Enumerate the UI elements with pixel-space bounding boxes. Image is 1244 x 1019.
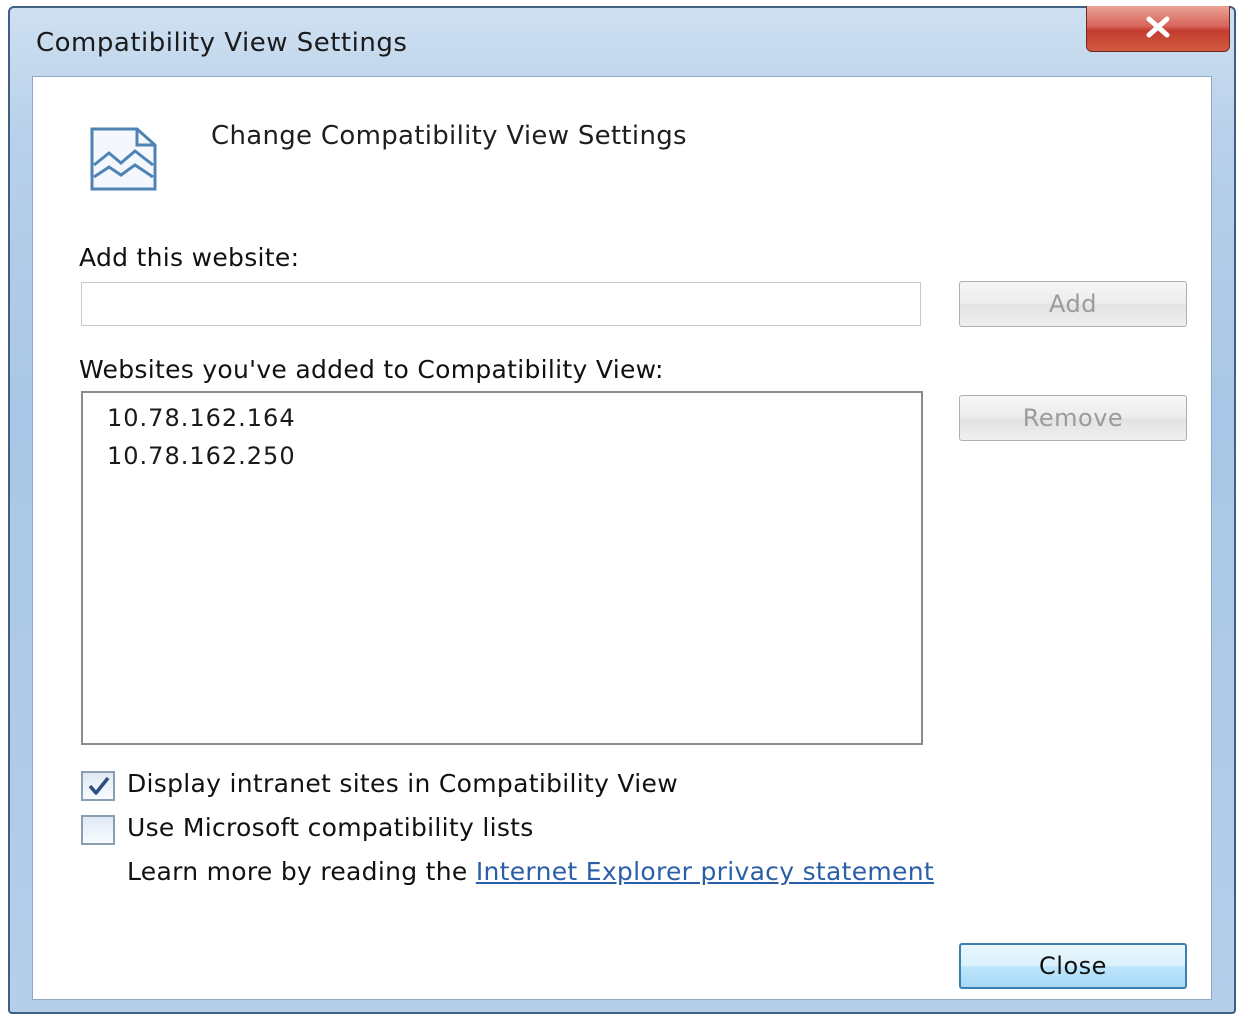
- ms-lists-checkbox[interactable]: [81, 815, 115, 845]
- intranet-checkbox[interactable]: [81, 771, 115, 801]
- add-website-input[interactable]: [81, 282, 921, 326]
- intranet-checkbox-label: Display intranet sites in Compatibility …: [127, 769, 678, 798]
- dialog-body: Change Compatibility View Settings Add t…: [32, 76, 1212, 1000]
- title-bar[interactable]: Compatibility View Settings: [10, 6, 1234, 76]
- add-website-label: Add this website:: [79, 243, 300, 272]
- window-close-button[interactable]: [1086, 6, 1230, 52]
- add-button[interactable]: Add: [959, 281, 1187, 327]
- remove-button[interactable]: Remove: [959, 395, 1187, 441]
- list-item[interactable]: 10.78.162.250: [83, 437, 921, 475]
- close-button[interactable]: Close: [959, 943, 1187, 989]
- header-title: Change Compatibility View Settings: [211, 121, 687, 151]
- window-title: Compatibility View Settings: [36, 28, 408, 58]
- ms-lists-checkbox-label: Use Microsoft compatibility lists: [127, 813, 534, 842]
- compatibility-view-dialog: Compatibility View Settings Change Compa…: [8, 6, 1236, 1014]
- learn-more-text: Learn more by reading the Internet Explo…: [127, 857, 934, 886]
- privacy-statement-link[interactable]: Internet Explorer privacy statement: [476, 857, 934, 886]
- compatibility-view-icon: [89, 127, 165, 195]
- websites-list-label: Websites you've added to Compatibility V…: [79, 355, 664, 384]
- list-item[interactable]: 10.78.162.164: [83, 399, 921, 437]
- learn-more-prefix: Learn more by reading the: [127, 857, 468, 886]
- websites-listbox[interactable]: 10.78.162.164 10.78.162.250: [81, 391, 923, 745]
